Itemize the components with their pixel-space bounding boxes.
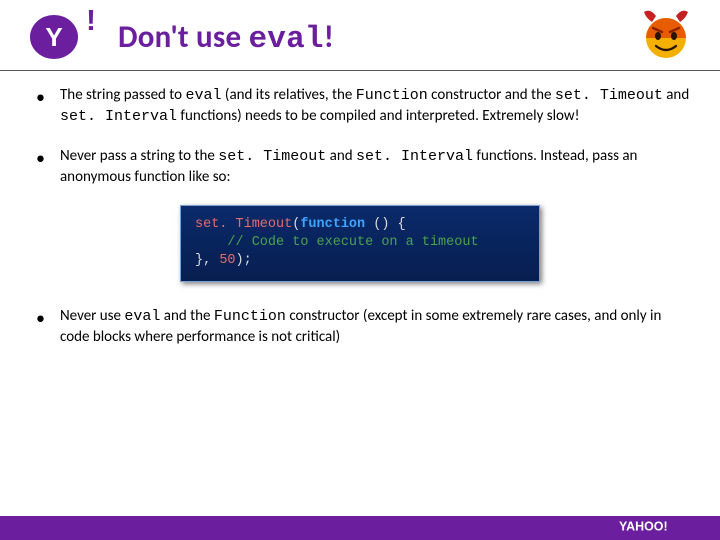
inline-code: set. Interval (356, 148, 473, 165)
code-example: set. Timeout(function () { // Code to ex… (180, 205, 540, 282)
yahoo-footer-logo: YAHOO! (614, 518, 704, 539)
bullet-list: Never use eval and the Function construc… (30, 306, 690, 348)
bullet-text: and (326, 147, 356, 165)
inline-code: eval (124, 308, 160, 325)
inline-code: eval (186, 87, 222, 104)
slide-body: The string passed to eval (and its relat… (0, 85, 720, 347)
bullet-text: The string passed to (60, 86, 186, 104)
bullet-text: (and its relatives, the (222, 86, 356, 104)
yahoo-logo: Y ! (20, 10, 104, 64)
svg-text:Y: Y (45, 22, 62, 52)
inline-code: Function (214, 308, 286, 325)
bullet-text: Never pass a string to the (60, 147, 218, 165)
code-block: set. Timeout(function () { // Code to ex… (180, 205, 540, 282)
bullet-item: Never use eval and the Function construc… (30, 306, 690, 348)
slide-header: Y ! Don't use eval! (0, 0, 720, 70)
bullet-text: Never use (60, 307, 124, 325)
bullet-text: functions) needs to be compiled and inte… (177, 107, 579, 125)
svg-text:!: ! (86, 10, 96, 37)
bullet-text: constructor and the (428, 86, 555, 104)
bullet-text: and (663, 86, 689, 104)
inline-code: set. Interval (60, 108, 177, 125)
bullet-item: Never pass a string to the set. Timeout … (30, 146, 690, 188)
bullet-item: The string passed to eval (and its relat… (30, 85, 690, 128)
bullet-list: The string passed to eval (and its relat… (30, 85, 690, 187)
inline-code: set. Timeout (218, 148, 326, 165)
slide-title: Don't use eval! (118, 18, 334, 57)
svg-text:YAHOO!: YAHOO! (619, 519, 668, 533)
header-divider (0, 70, 720, 71)
devil-icon (638, 6, 694, 62)
inline-code: set. Timeout (555, 87, 663, 104)
inline-code: Function (356, 87, 428, 104)
slide-footer: YAHOO! (0, 516, 720, 540)
bullet-text: and the (160, 307, 214, 325)
